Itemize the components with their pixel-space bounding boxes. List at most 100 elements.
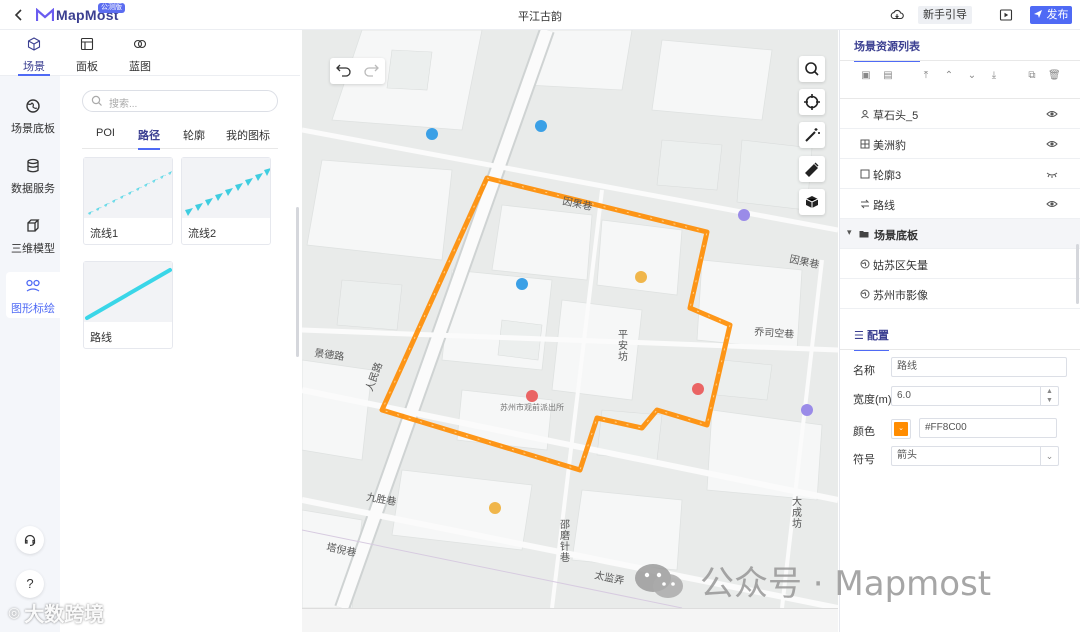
config-title: ☰ 配置 bbox=[854, 327, 889, 351]
symbol-value: 箭头 bbox=[897, 450, 917, 461]
help-icon[interactable]: ? bbox=[16, 570, 44, 598]
resource-scrollbar[interactable] bbox=[1076, 244, 1079, 304]
color-label: 颜色 bbox=[853, 426, 875, 438]
search-input[interactable]: 搜索... bbox=[82, 90, 278, 112]
model-icon bbox=[860, 139, 870, 149]
resource-item[interactable]: 姑苏区矢量 bbox=[840, 249, 1080, 279]
wechat-watermark-text: 公众号 · Mapmost bbox=[700, 564, 992, 604]
redo-icon[interactable] bbox=[364, 64, 379, 77]
rail-item-3d-model[interactable]: 三维模型 bbox=[6, 212, 60, 258]
plot-subtabs: POI 路径 轮廓 我的图标 bbox=[82, 125, 278, 150]
resource-item[interactable]: 苏州市影像 bbox=[840, 279, 1080, 309]
group-icon[interactable]: ▣ bbox=[860, 70, 872, 82]
locate-target-icon[interactable] bbox=[799, 89, 825, 115]
resource-folder-name: 场景底板 bbox=[874, 230, 918, 242]
symbol-select[interactable]: 箭头 ⌄ bbox=[891, 446, 1059, 466]
globe-icon bbox=[26, 99, 40, 113]
config-sliders-icon: ☰ bbox=[854, 330, 864, 342]
panel-icon bbox=[80, 37, 94, 51]
resource-name: 苏州市影像 bbox=[873, 290, 928, 302]
resource-name: 美洲豹 bbox=[873, 140, 906, 152]
ungroup-icon[interactable]: ▤ bbox=[882, 70, 894, 82]
blueprint-icon bbox=[133, 39, 147, 49]
tab-scene[interactable]: 场景 bbox=[12, 34, 56, 76]
globe-icon bbox=[860, 259, 870, 269]
eye-closed-icon[interactable] bbox=[1046, 169, 1058, 179]
subtab-my-icons[interactable]: 我的图标 bbox=[226, 127, 270, 148]
divider bbox=[840, 60, 1080, 61]
rail-item-basemap[interactable]: 场景底板 bbox=[6, 92, 60, 138]
resource-item[interactable]: 草石头_5 bbox=[840, 99, 1080, 129]
color-hex-field[interactable]: #FF8C00 bbox=[919, 418, 1057, 438]
eye-icon[interactable] bbox=[1046, 139, 1058, 149]
route-icon bbox=[860, 199, 870, 209]
resource-item[interactable]: 美洲豹 bbox=[840, 129, 1080, 159]
chevron-down-icon[interactable]: ▾ bbox=[847, 227, 852, 238]
map-search-icon[interactable] bbox=[799, 56, 825, 82]
name-label: 名称 bbox=[853, 365, 875, 377]
symbol-label: 符号 bbox=[853, 454, 875, 466]
subtab-outline[interactable]: 轮廓 bbox=[183, 127, 205, 148]
brand-watermark: ◎ 大数跨境 bbox=[8, 598, 104, 627]
name-field[interactable]: 路线 bbox=[891, 357, 1067, 377]
move-up-icon[interactable]: ⌃ bbox=[943, 70, 955, 82]
brand-logo-icon: ◎ bbox=[8, 604, 21, 621]
globe-icon bbox=[860, 289, 870, 299]
chevron-down-icon[interactable]: ⌄ bbox=[1040, 447, 1058, 465]
resource-folder[interactable]: ▾ 场景底板 bbox=[840, 219, 1080, 249]
undo-redo-group bbox=[330, 58, 385, 84]
eye-icon[interactable] bbox=[1046, 199, 1058, 209]
width-label: 宽度(m) bbox=[853, 394, 892, 406]
subtab-route[interactable]: 路径 bbox=[138, 127, 160, 150]
move-down-icon[interactable]: ⌄ bbox=[966, 70, 978, 82]
measure-icon[interactable] bbox=[799, 156, 825, 182]
move-top-icon[interactable]: ⤒ bbox=[920, 70, 932, 82]
tab-blueprint-label: 蓝图 bbox=[129, 61, 151, 73]
tab-scene-label: 场景 bbox=[23, 61, 45, 73]
wechat-logo-icon bbox=[635, 563, 683, 598]
street-label: 平安坊 bbox=[618, 330, 628, 363]
support-headset-icon[interactable] bbox=[16, 526, 44, 554]
guide-button[interactable]: 新手引导 bbox=[918, 6, 972, 24]
card-route[interactable]: 路线 bbox=[83, 261, 173, 349]
model-icon bbox=[861, 110, 869, 119]
color-swatch[interactable]: ⌄ bbox=[891, 419, 911, 439]
stepper-arrows-icon[interactable]: ▲ ▼ bbox=[1040, 387, 1058, 405]
3d-box-icon[interactable] bbox=[799, 189, 825, 215]
rail-item-data-service[interactable]: 数据服务 bbox=[6, 152, 60, 198]
rail-label-data-service: 数据服务 bbox=[11, 183, 55, 195]
tab-panel[interactable]: 面板 bbox=[65, 34, 109, 76]
undo-icon[interactable] bbox=[336, 64, 351, 77]
resource-name: 路线 bbox=[873, 200, 895, 212]
width-stepper[interactable]: 6.0 ▲ ▼ bbox=[891, 386, 1059, 406]
cloud-sync-icon[interactable] bbox=[890, 8, 904, 22]
resource-item[interactable]: 路线 bbox=[840, 189, 1080, 219]
move-bottom-icon[interactable]: ⤓ bbox=[988, 70, 1000, 82]
rail-label-3d-model: 三维模型 bbox=[11, 243, 55, 255]
street-label: 景德路 bbox=[314, 346, 346, 363]
rail-item-graphic-plot[interactable]: 图形标绘 bbox=[6, 272, 60, 318]
search-placeholder: 搜索... bbox=[109, 99, 138, 110]
tab-blueprint[interactable]: 蓝图 bbox=[118, 34, 162, 76]
subtab-poi[interactable]: POI bbox=[96, 127, 115, 144]
map-canvas[interactable]: 因果巷 因果巷 乔司空巷 平安坊 景德路 人民路 九胜巷 邵磨针巷 塔倪巷 太监… bbox=[302, 30, 838, 608]
delete-icon[interactable]: 🗑 bbox=[1048, 70, 1061, 82]
poi-label: 苏州市观前派出所 bbox=[500, 402, 564, 412]
card-route-label: 路线 bbox=[90, 332, 112, 344]
eye-icon[interactable] bbox=[1046, 109, 1058, 119]
chevron-down-icon: ⌄ bbox=[894, 422, 908, 436]
magic-wand-icon[interactable] bbox=[799, 122, 825, 148]
card-flowline-1[interactable]: 流线1 bbox=[83, 157, 173, 245]
resource-name: 轮廓3 bbox=[873, 170, 902, 182]
map-footer bbox=[302, 608, 838, 632]
copy-icon[interactable]: ⧉ bbox=[1026, 70, 1038, 82]
card-flowline-2[interactable]: 流线2 bbox=[181, 157, 271, 245]
flowline-1-thumbnail bbox=[84, 158, 172, 218]
publish-button[interactable]: 发布 bbox=[1030, 6, 1072, 24]
config-title-text: 配置 bbox=[866, 330, 889, 342]
panel-scrollbar[interactable] bbox=[296, 207, 299, 357]
preview-play-icon[interactable] bbox=[999, 8, 1013, 22]
search-icon bbox=[91, 95, 102, 106]
resource-item[interactable]: 轮廓3 bbox=[840, 159, 1080, 189]
rail-label-basemap: 场景底板 bbox=[11, 123, 55, 135]
